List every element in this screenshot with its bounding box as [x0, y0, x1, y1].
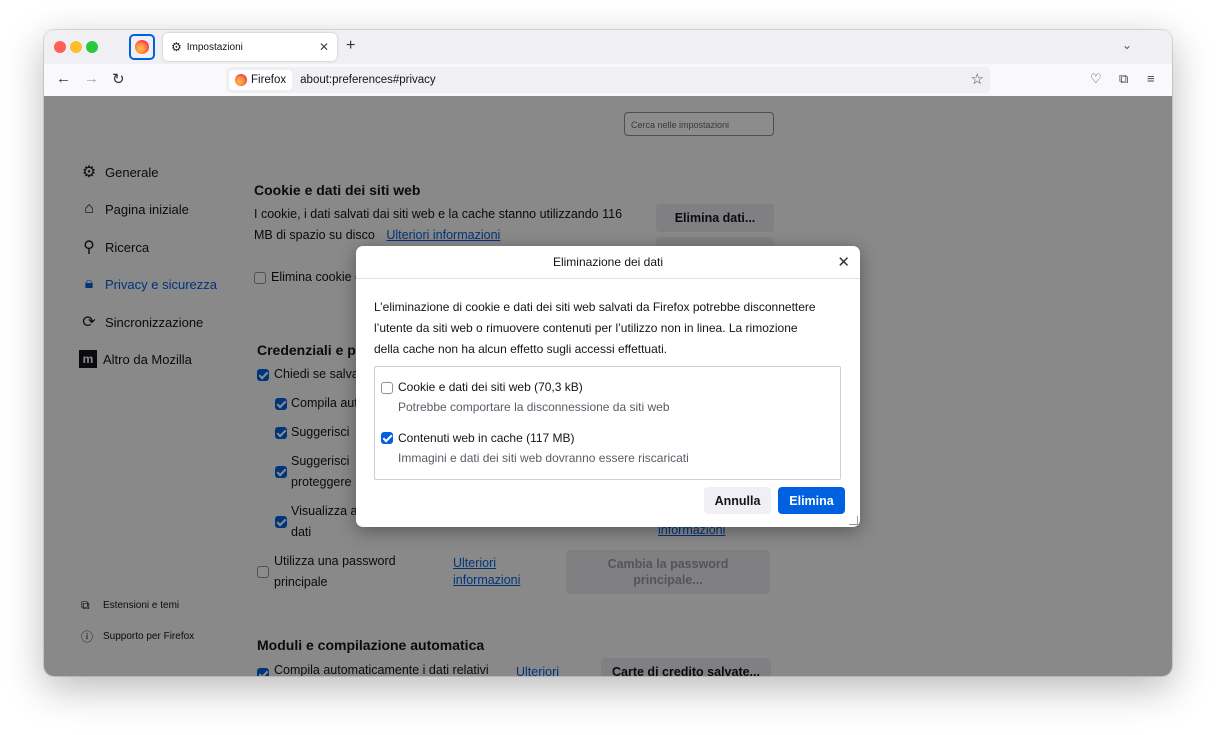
chevron-down-icon[interactable]: ⌄ — [1122, 38, 1132, 52]
star-icon[interactable]: ☆ — [971, 70, 984, 88]
zoom-window-button[interactable] — [86, 41, 98, 53]
nav-bar: ← → ↻ Firefox about:preferences#privacy … — [44, 64, 1172, 97]
reload-icon[interactable]: ↻ — [112, 70, 125, 88]
dialog-title: Eliminazione dei dati — [356, 246, 860, 279]
hamburger-icon[interactable]: ≡ — [1147, 71, 1155, 86]
close-window-button[interactable] — [54, 41, 66, 53]
url-bar[interactable]: Firefox about:preferences#privacy ☆ — [226, 67, 990, 93]
dialog-description: L’eliminazione di cookie e dati dei siti… — [374, 297, 844, 360]
clear-options-list: Cookie e dati dei siti web (70,3 kB) Pot… — [374, 366, 841, 480]
identity-label: Firefox — [251, 74, 287, 86]
cookies-option-description: Potrebbe comportare la disconnessione da… — [398, 400, 670, 414]
firefox-icon — [235, 74, 247, 86]
resize-grip[interactable] — [849, 516, 858, 525]
clear-data-dialog: Eliminazione dei dati ✕ L’eliminazione d… — [356, 246, 860, 527]
cache-option-description: Immagini e dati dei siti web dovranno es… — [398, 451, 689, 465]
new-tab-button[interactable]: + — [346, 37, 355, 55]
cookies-option-label: Cookie e dati dei siti web (70,3 kB) — [398, 380, 583, 394]
cookies-option-checkbox[interactable] — [381, 382, 393, 394]
dialog-description-line: della cache non ha alcun effetto sugli a… — [374, 342, 668, 356]
clear-button[interactable]: Elimina — [778, 487, 845, 514]
back-icon[interactable]: ← — [56, 70, 71, 87]
browser-window: ⚙ Impostazioni ✕ + ⌄ ← → ↻ Firefox about… — [44, 30, 1172, 676]
cache-option-checkbox[interactable] — [381, 432, 393, 444]
puzzle-icon[interactable]: ⧉ — [1119, 71, 1128, 87]
tab-title: Impostazioni — [186, 41, 243, 53]
minimize-window-button[interactable] — [70, 41, 82, 53]
cache-option-label: Contenuti web in cache (117 MB) — [398, 431, 575, 445]
identity-box[interactable]: Firefox — [229, 70, 293, 90]
close-icon[interactable]: ✕ — [837, 253, 850, 271]
cancel-button[interactable]: Annulla — [704, 487, 771, 514]
gear-icon: ⚙ — [171, 40, 182, 54]
firefox-icon — [135, 40, 149, 54]
pocket-icon[interactable]: ♡ — [1090, 71, 1102, 87]
dialog-description-line: l’utente da siti web o rimuovere contenu… — [374, 321, 798, 335]
tab-bar: ⚙ Impostazioni ✕ + ⌄ — [44, 30, 1172, 64]
url-text[interactable]: about:preferences#privacy — [300, 74, 436, 86]
pinned-firefox-tab[interactable] — [129, 34, 155, 60]
forward-icon[interactable]: → — [84, 70, 99, 87]
dialog-description-line: L’eliminazione di cookie e dati dei siti… — [374, 300, 816, 314]
close-tab-icon[interactable]: ✕ — [319, 40, 329, 54]
tab-settings[interactable]: ⚙ Impostazioni ✕ — [163, 33, 337, 61]
